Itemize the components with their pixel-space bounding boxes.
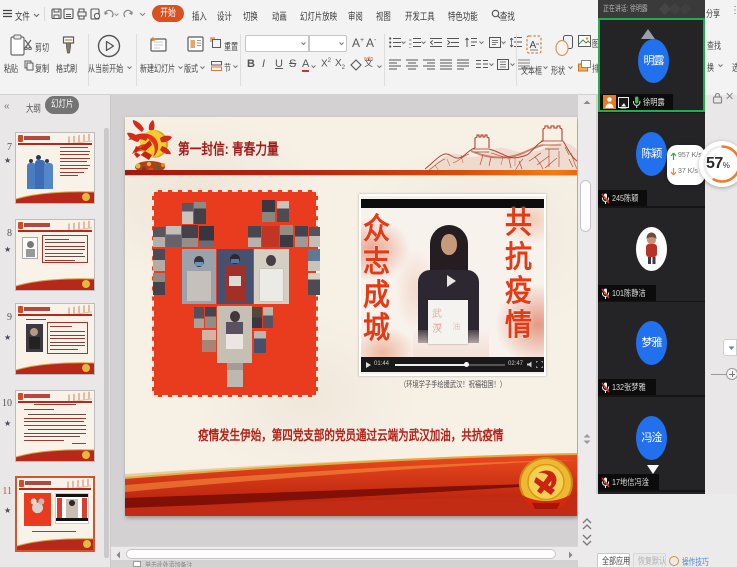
svg-text:A: A [530, 40, 537, 51]
